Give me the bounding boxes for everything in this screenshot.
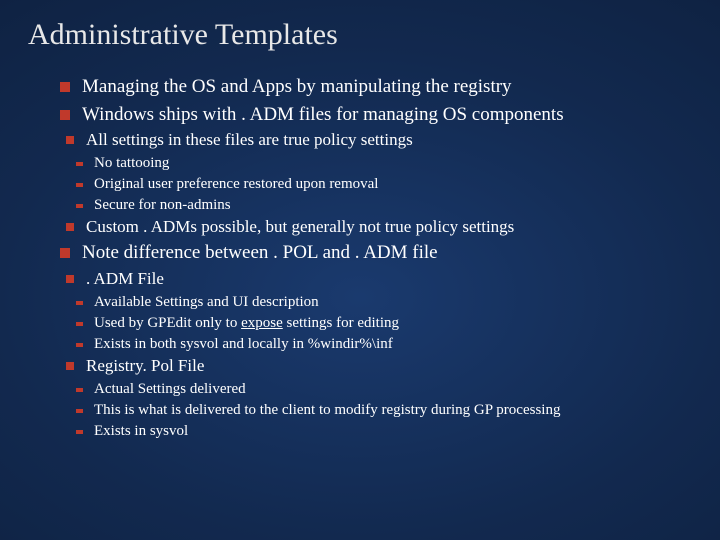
- bullet-list: Available Settings and UI description Us…: [76, 292, 692, 355]
- list-item: Used by GPEdit only to expose settings f…: [76, 313, 692, 334]
- underlined-text: expose: [241, 315, 283, 331]
- bullet-list: Actual Settings delivered This is what i…: [76, 379, 692, 442]
- bullet-list: . ADM File: [66, 268, 692, 291]
- list-item: Exists in both sysvol and locally in %wi…: [76, 334, 692, 355]
- list-item: All settings in these files are true pol…: [66, 129, 692, 152]
- slide-title: Administrative Templates: [28, 18, 692, 52]
- list-item: Registry. Pol File: [66, 355, 692, 378]
- list-item: Actual Settings delivered: [76, 379, 692, 400]
- bullet-list: Note difference between . POL and . ADM …: [60, 240, 692, 266]
- bullet-list: All settings in these files are true pol…: [66, 129, 692, 152]
- bullet-list: Registry. Pol File: [66, 355, 692, 378]
- list-item: Note difference between . POL and . ADM …: [60, 240, 692, 266]
- bullet-list: Custom . ADMs possible, but generally no…: [66, 216, 692, 239]
- bullet-list: Managing the OS and Apps by manipulating…: [60, 74, 692, 127]
- list-item: Original user preference restored upon r…: [76, 174, 692, 195]
- list-item: Exists in sysvol: [76, 421, 692, 442]
- text: Used by GPEdit only to: [94, 315, 241, 331]
- list-item: Managing the OS and Apps by manipulating…: [60, 74, 692, 100]
- slide: Administrative Templates Managing the OS…: [0, 0, 720, 460]
- text: settings for editing: [283, 315, 399, 331]
- list-item: Secure for non-admins: [76, 195, 692, 216]
- list-item: This is what is delivered to the client …: [76, 400, 692, 421]
- bullet-list: No tattooing Original user preference re…: [76, 153, 692, 216]
- list-item: Windows ships with . ADM files for manag…: [60, 102, 692, 128]
- list-item: Custom . ADMs possible, but generally no…: [66, 216, 692, 239]
- list-item: No tattooing: [76, 153, 692, 174]
- list-item: . ADM File: [66, 268, 692, 291]
- list-item: Available Settings and UI description: [76, 292, 692, 313]
